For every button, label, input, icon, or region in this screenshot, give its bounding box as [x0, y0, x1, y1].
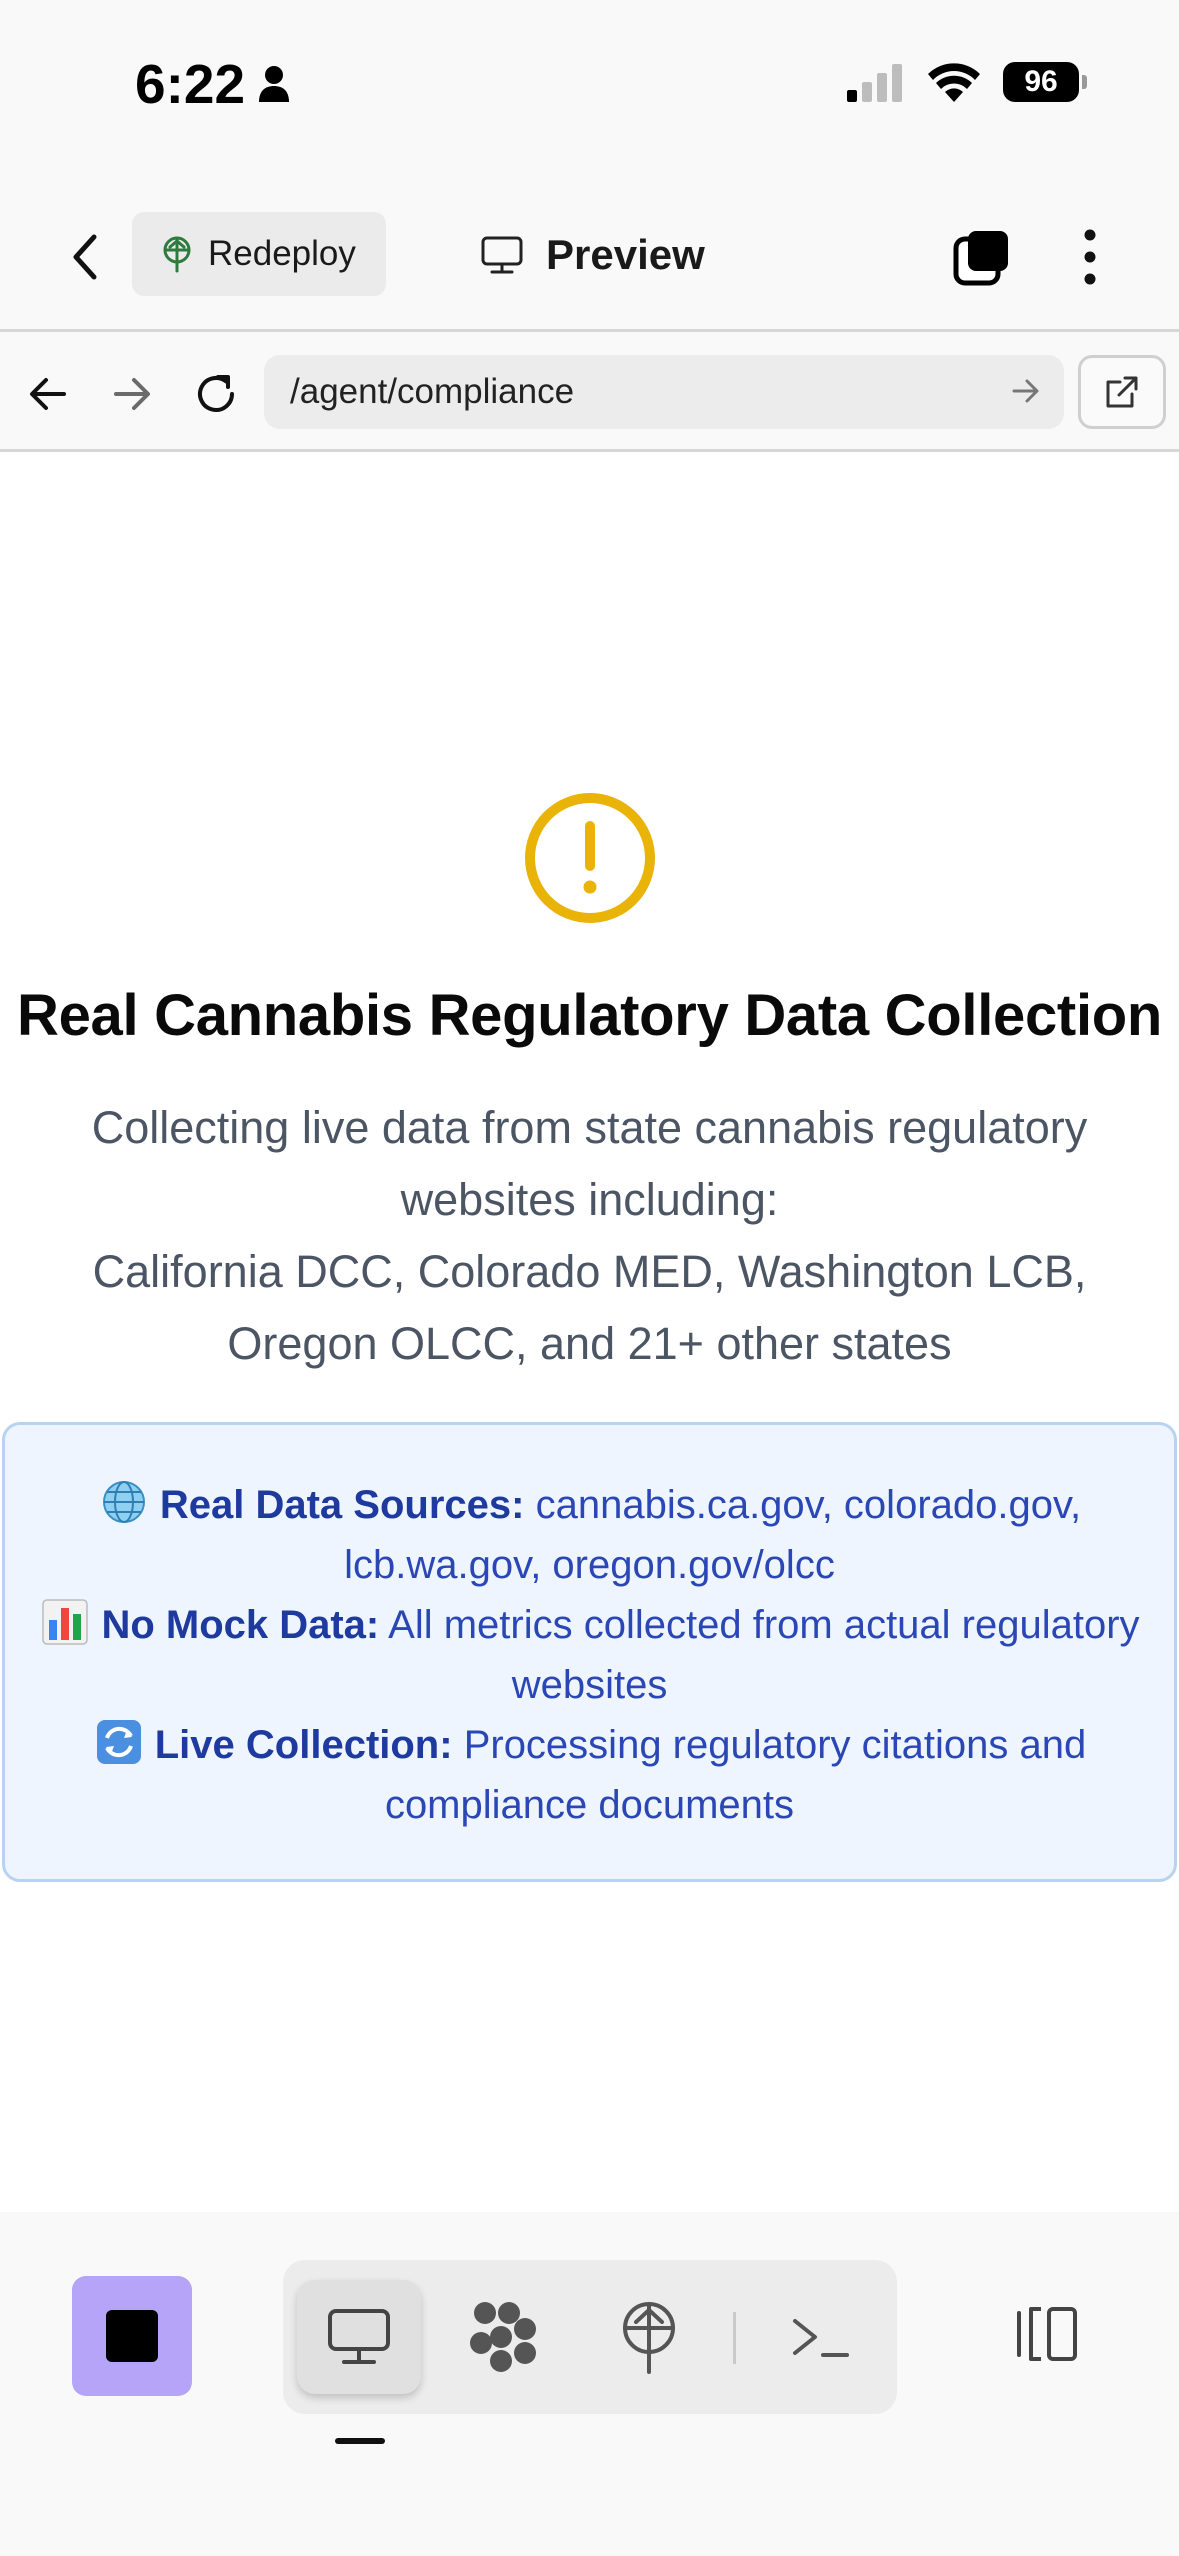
info-label-data-sources: Real Data Sources:	[159, 1483, 525, 1527]
info-label-live-collection: Live Collection:	[154, 1723, 453, 1767]
time-text: 6:22	[135, 53, 246, 115]
cellular-signal-icon	[847, 64, 902, 102]
tool-preview[interactable]	[297, 2280, 421, 2394]
external-link-icon	[1106, 376, 1138, 408]
preview-label: Preview	[546, 231, 705, 278]
back-button[interactable]	[55, 222, 115, 292]
url-text: /agent/compliance	[290, 372, 575, 411]
tool-console[interactable]	[759, 2280, 883, 2394]
tool-deploy[interactable]	[587, 2280, 711, 2394]
status-bar: 6:22 96	[0, 0, 1179, 180]
battery-indicator: 96	[1003, 62, 1087, 102]
side-panel-icon	[1017, 2307, 1077, 2361]
chevron-left-icon	[73, 234, 97, 280]
redeploy-button[interactable]: Redeploy	[132, 212, 386, 296]
subtitle-line-1: Collecting live data from state cannabis…	[91, 1102, 1088, 1225]
battery-level: 96	[1024, 65, 1058, 98]
status-time: 6:22	[135, 52, 291, 116]
tabs-button[interactable]	[950, 222, 1014, 292]
subtitle: Collecting live data from state cannabis…	[20, 1092, 1159, 1380]
info-item-no-mock: No Mock Data: All metrics collected from…	[35, 1595, 1144, 1715]
monitor-icon	[328, 2309, 390, 2364]
go-arrow-icon[interactable]	[1010, 373, 1042, 409]
browser-back-button[interactable]	[18, 364, 78, 424]
tabs-stack-icon	[953, 231, 1008, 286]
info-text-live-collection: Processing regulatory citations and comp…	[384, 1723, 1087, 1827]
browser-toolbar: /agent/compliance	[0, 332, 1179, 452]
reload-button[interactable]	[186, 364, 246, 424]
tab-preview[interactable]: Preview	[480, 220, 705, 290]
info-label-no-mock: No Mock Data:	[101, 1603, 380, 1647]
globe-icon	[102, 1481, 145, 1523]
subtitle-line-2: California DCC, Colorado MED, Washington…	[92, 1246, 1087, 1369]
open-external-button[interactable]	[1078, 355, 1166, 429]
info-text-no-mock: All metrics collected from actual regula…	[388, 1603, 1140, 1707]
info-box: Real Data Sources: cannabis.ca.gov, colo…	[2, 1422, 1177, 1882]
tool-switcher	[283, 2260, 897, 2414]
refresh-icon	[96, 1720, 141, 1764]
page-title: Real Cannabis Regulatory Data Collection	[16, 983, 1163, 1048]
dots-cluster-icon	[470, 2302, 536, 2372]
deploy-icon	[623, 2302, 675, 2374]
status-indicators: 96	[845, 62, 1087, 102]
monitor-icon	[481, 236, 523, 274]
reload-icon	[198, 375, 234, 412]
info-item-live-collection: Live Collection: Processing regulatory c…	[35, 1715, 1144, 1835]
preview-content: Real Cannabis Regulatory Data Collection…	[0, 452, 1179, 2212]
wifi-icon	[928, 63, 980, 102]
url-input[interactable]: /agent/compliance	[264, 355, 1064, 429]
vertical-dots-icon	[1084, 229, 1096, 285]
arrow-left-icon	[30, 378, 66, 410]
app-header: Redeploy Preview	[0, 180, 1179, 332]
toolbar-divider	[733, 2312, 736, 2364]
stop-icon	[106, 2310, 158, 2362]
active-tab-indicator	[335, 2438, 385, 2444]
terminal-icon	[793, 2319, 849, 2357]
stop-button[interactable]	[72, 2276, 192, 2396]
info-item-data-sources: Real Data Sources: cannabis.ca.gov, colo…	[35, 1475, 1144, 1595]
tool-workspace[interactable]	[443, 2280, 567, 2394]
person-icon	[259, 66, 290, 102]
redeploy-label: Redeploy	[208, 234, 356, 273]
arrow-right-icon	[114, 378, 150, 410]
bottom-toolbar	[0, 2212, 1179, 2556]
panel-toggle-button[interactable]	[1006, 2294, 1086, 2374]
alert-circle-icon	[525, 793, 655, 923]
more-options-button[interactable]	[1070, 222, 1110, 292]
browser-forward-button[interactable]	[102, 364, 162, 424]
bar-chart-icon	[42, 1599, 89, 1645]
deploy-icon	[163, 236, 191, 273]
